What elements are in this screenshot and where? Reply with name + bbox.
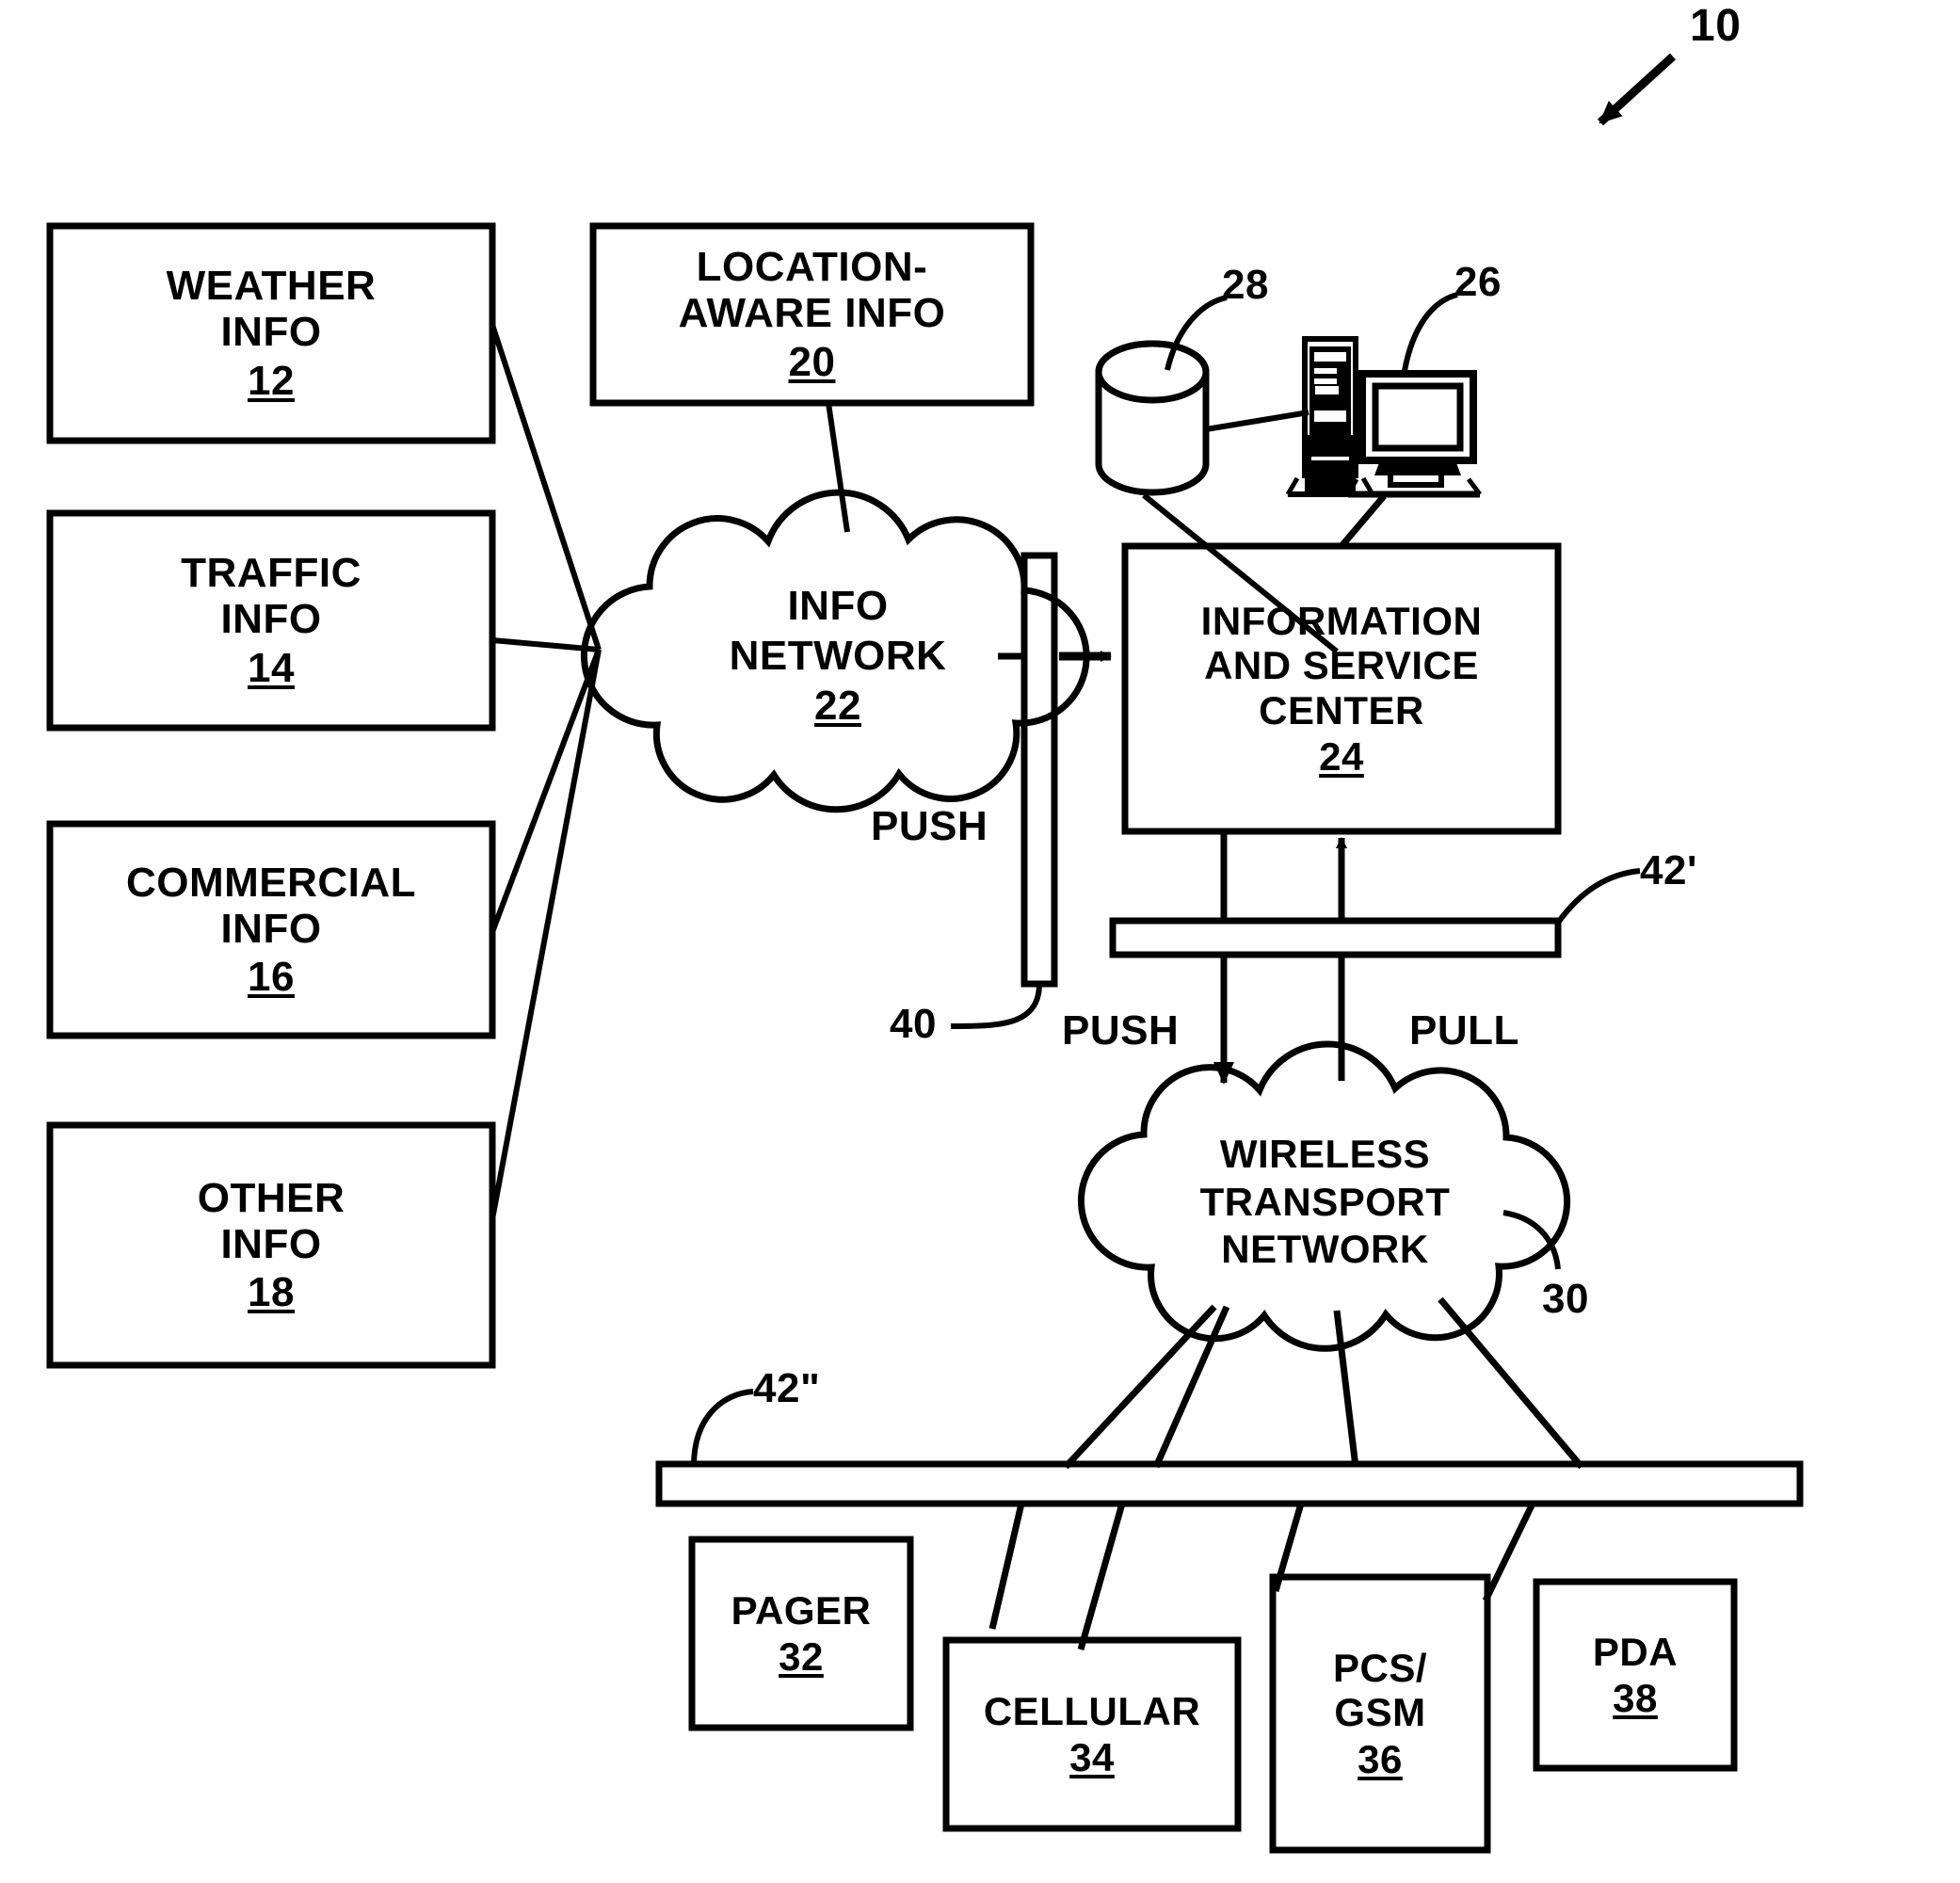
ref-26-leader <box>1402 292 1458 372</box>
info-network-line-2: NETWORK <box>729 633 947 680</box>
info-network-line-1: INFO <box>787 583 889 630</box>
wireless-line-3: NETWORK <box>1221 1227 1429 1272</box>
pager-box-outline <box>688 1536 914 1731</box>
vertical-push-bus-outline <box>1020 552 1058 988</box>
computer-ref-number: 26 <box>1454 259 1502 305</box>
wireless-line-1: WIRELESS <box>1219 1132 1431 1177</box>
computer-monitor-outline <box>1345 370 1482 498</box>
figure-ref-arrow <box>1597 53 1677 126</box>
info-network-ref: 22 <box>814 682 861 729</box>
pcs-gsm-box-outline <box>1269 1573 1491 1854</box>
other-info-box-outline <box>46 1121 496 1369</box>
center-horizontal-bus-ref-number: 42' <box>1640 847 1697 893</box>
patent-figure: 10 WEATHER INFO 12 TRAFFIC INFO 14 COMME… <box>0 0 1960 1883</box>
wireless-network-ref-number: 30 <box>1542 1276 1589 1322</box>
wireless-transport-network-cloud[interactable]: WIRELESS TRANSPORT NETWORK <box>1134 1103 1516 1301</box>
push-label-upper: PUSH <box>871 803 988 849</box>
wireless-line-2: TRANSPORT <box>1199 1179 1451 1224</box>
database-ref-number: 28 <box>1222 262 1269 308</box>
information-and-service-center-outline <box>1121 542 1562 835</box>
weather-info-box-outline <box>46 222 496 444</box>
commercial-info-box-outline <box>46 820 496 1039</box>
traffic-info-box-outline <box>46 509 496 732</box>
cellular-box-outline <box>942 1636 1242 1832</box>
info-network-cloud[interactable]: INFO NETWORK 22 <box>650 565 1026 748</box>
figure-linework <box>46 53 1804 1854</box>
cloud-to-device-bus-lines <box>1063 1296 1584 1470</box>
ref-42prime-leader <box>1555 868 1641 925</box>
ref-40-leader <box>950 983 1042 1029</box>
center-horizontal-bus-outline <box>1109 917 1562 958</box>
figure-ref-number: 10 <box>1690 1 1742 51</box>
computer-to-isc-line <box>1339 493 1387 549</box>
ref-42dprime-leader <box>691 1389 754 1467</box>
device-horizontal-bus-ref-number: 42" <box>753 1365 821 1411</box>
database-cylinder-outline <box>1095 340 1210 496</box>
database-to-tower-line <box>1205 410 1309 432</box>
pda-box-outline <box>1533 1578 1738 1772</box>
push-label-lower: PUSH <box>1062 1007 1180 1054</box>
pull-label: PULL <box>1409 1007 1519 1054</box>
device-horizontal-bus-outline <box>655 1460 1804 1507</box>
database-to-isc-line <box>1142 492 1339 654</box>
location-aware-info-box-outline <box>589 222 1035 407</box>
vertical-push-bus-ref-number: 40 <box>890 1001 937 1047</box>
